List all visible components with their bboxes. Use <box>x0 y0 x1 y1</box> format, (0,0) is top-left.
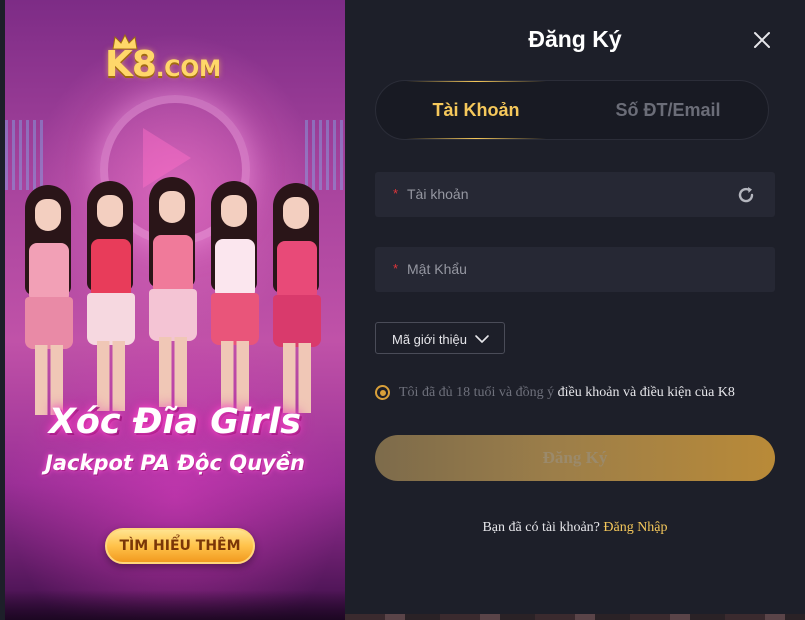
required-mark: * <box>393 186 399 201</box>
model-figure <box>25 185 73 415</box>
refresh-icon[interactable] <box>735 184 757 206</box>
login-question: Bạn đã có tài khoản? <box>482 520 604 535</box>
model-figure <box>273 183 321 413</box>
tab-account[interactable]: Tài Khoản <box>386 81 566 139</box>
tab-phone-email[interactable]: Số ĐT/Email <box>576 81 760 139</box>
banner-bottom-fade <box>5 590 345 620</box>
login-prompt: Bạn đã có tài khoản? Đăng Nhập <box>345 520 805 536</box>
banner-subheadline: Jackpot PA Độc Quyền <box>45 451 305 475</box>
brand-logo-text: K8.COM <box>105 44 222 85</box>
background-strip <box>345 614 805 620</box>
banner-models-illustration <box>25 175 345 415</box>
model-figure <box>211 181 259 411</box>
close-icon[interactable] <box>751 29 773 51</box>
terms-text: Tôi đã đủ 18 tuổi và đồng ý điều khoản v… <box>399 385 735 401</box>
terms-link[interactable]: điều khoản và điều kiện của K8 <box>558 385 735 400</box>
referral-code-label: Mã giới thiệu <box>392 332 468 347</box>
username-placeholder: Tài khoản <box>407 186 469 202</box>
username-field[interactable]: * Tài khoản <box>375 172 775 217</box>
banner-headline: Xóc Đĩa Girls <box>48 402 302 442</box>
login-link[interactable]: Đăng Nhập <box>603 520 667 535</box>
required-mark: * <box>393 261 399 276</box>
terms-prefix: Tôi đã đủ 18 tuổi và đồng ý <box>399 385 558 400</box>
register-submit-button[interactable]: Đăng Ký <box>375 435 775 481</box>
model-figure <box>149 177 197 407</box>
model-figure <box>87 181 135 411</box>
form-title: Đăng Ký <box>528 26 622 52</box>
register-modal: K8.COM Xóc Đĩa Girls Jackpot PA Độc Quyề… <box>0 0 805 620</box>
promo-banner: K8.COM Xóc Đĩa Girls Jackpot PA Độc Quyề… <box>5 0 345 620</box>
register-form: Đăng Ký Tài Khoản Số ĐT/Email * Tài khoả… <box>345 0 805 620</box>
password-placeholder: Mật Khẩu <box>407 261 467 277</box>
brand-logo: K8.COM <box>105 34 255 86</box>
terms-radio[interactable] <box>375 385 390 400</box>
learn-more-button[interactable]: TÌM HIỂU THÊM <box>105 528 255 564</box>
password-field[interactable]: * Mật Khẩu <box>375 247 775 292</box>
chevron-down-icon <box>475 335 489 343</box>
register-method-tabs: Tài Khoản Số ĐT/Email <box>375 80 769 140</box>
referral-code-dropdown[interactable]: Mã giới thiệu <box>375 322 505 354</box>
